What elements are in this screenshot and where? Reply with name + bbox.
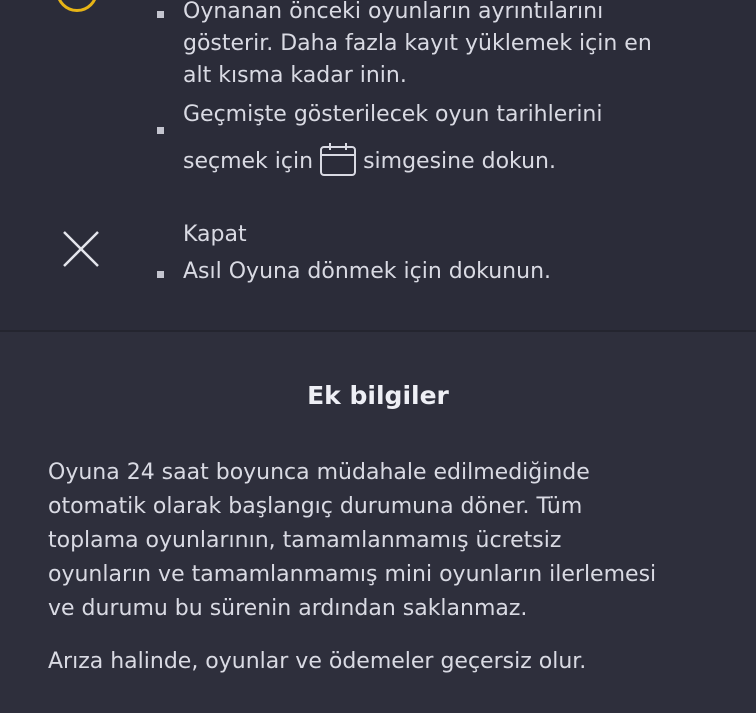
close-icon [62,230,100,268]
bullet-history-date [157,127,164,134]
additional-info-title: Ek bilgiler [307,381,449,410]
history-desc-line-1: Oynanan önceki oyunların ayrıntılarını [183,0,604,24]
paragraph-1-line-4: oyunların ve tamamlanmamış mini oyunları… [48,562,657,587]
history-desc-line-3: alt kısma kadar inin. [183,63,407,88]
paragraph-1-line-1: Oyuna 24 saat boyunca müdahale edilmediğ… [48,460,590,485]
bullet-history-desc [157,11,164,18]
paragraph-1-line-5: ve durumu bu sürenin ardından saklanmaz. [48,596,528,621]
bullet-close-desc [157,271,164,278]
history-desc-line-2: gösterir. Daha fazla kayıt yüklemek için… [183,31,652,56]
paragraph-1-line-2: otomatik olarak başlangıç durumuna döner… [48,494,583,519]
close-label: Kapat [183,222,247,247]
history-date-line-1: Geçmişte gösterilecek oyun tarihlerini [183,102,603,127]
paragraph-1-line-3: toplama oyunlarının, tamamlanmamış ücret… [48,528,562,553]
additional-info-paragraph-1: Oyuna 24 saat boyunca müdahale edilmediğ… [48,456,738,626]
history-date-line-2: seçmek için simgesine dokun. [183,143,556,181]
calendar-icon [319,143,357,177]
additional-info-paragraph-2: Arıza halinde, oyunlar ve ödemeler geçer… [48,649,587,674]
close-desc: Asıl Oyuna dönmek için dokunun. [183,259,552,284]
history-date-after-icon: simgesine dokun. [363,149,556,174]
history-date-before-icon: seçmek için [183,149,314,174]
